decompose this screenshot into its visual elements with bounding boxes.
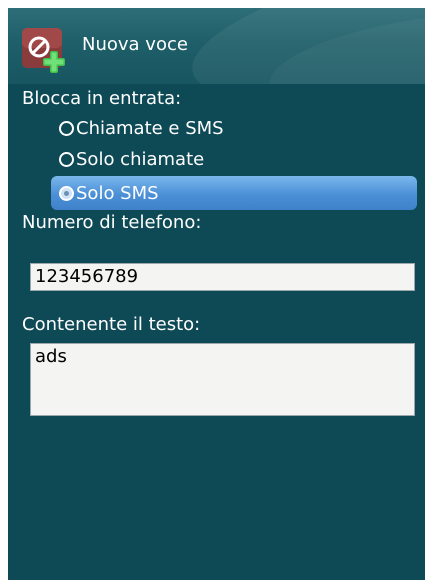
option-label: Chiamate e SMS (76, 117, 224, 139)
option-calls-and-sms[interactable]: Chiamate e SMS (51, 111, 417, 145)
option-sms-only[interactable]: Solo SMS (51, 176, 417, 210)
page-title: Nuova voce (82, 34, 188, 55)
block-incoming-label: Blocca in entrata: (22, 88, 182, 109)
phone-number-input[interactable]: 123456789 (30, 263, 415, 291)
option-label: Solo SMS (76, 182, 159, 204)
phone-number-label: Numero di telefono: (22, 212, 202, 233)
radio-selected-icon[interactable] (59, 185, 74, 201)
option-label: Solo chiamate (76, 148, 205, 170)
title-bar: Nuova voce (8, 8, 425, 84)
radio-button-icon[interactable] (59, 151, 74, 167)
contains-text-label: Contenente il testo: (22, 314, 201, 335)
contains-text-input[interactable]: ads (30, 343, 415, 416)
radio-button-icon[interactable] (59, 120, 74, 136)
app-screen: Nuova voce Blocca in entrata: Chiamate e… (8, 8, 425, 580)
block-add-icon (22, 28, 65, 73)
option-calls-only[interactable]: Solo chiamate (51, 142, 417, 176)
